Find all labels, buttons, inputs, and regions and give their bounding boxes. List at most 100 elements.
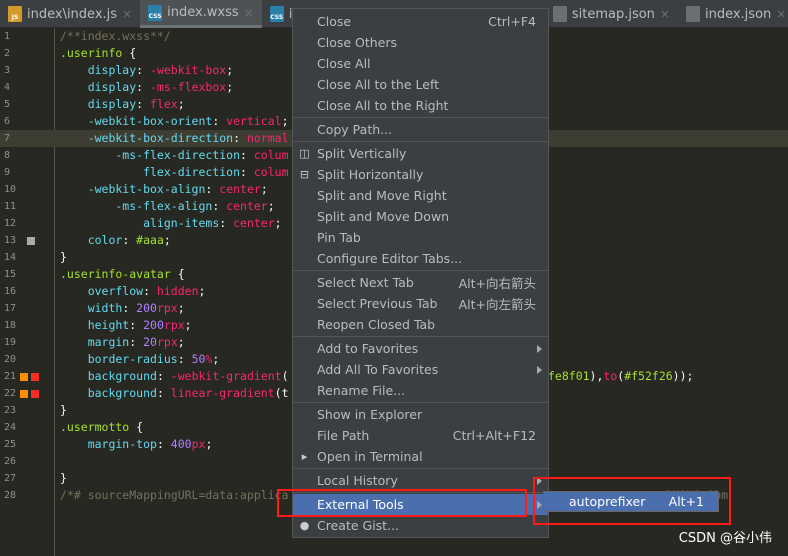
token-p: ; bbox=[267, 199, 275, 213]
token-prop: display bbox=[60, 97, 137, 111]
token-p: } bbox=[60, 403, 67, 417]
code-text: .userinfo { bbox=[60, 45, 136, 62]
menu-item-split-vertically[interactable]: ◫ Split Vertically bbox=[293, 143, 548, 164]
menu-item-configure-editor-tabs[interactable]: Configure Editor Tabs... bbox=[293, 248, 548, 269]
token-prop: flex-direction bbox=[60, 165, 241, 179]
menu-item-rename-file[interactable]: Rename File... bbox=[293, 380, 548, 401]
code-text: display: -ms-flexbox; bbox=[60, 79, 233, 96]
menu-item-label: Select Previous Tab bbox=[317, 296, 438, 311]
token-p: { bbox=[177, 267, 185, 281]
token-p: { bbox=[136, 420, 144, 434]
menu-item-close-all-to-the-right[interactable]: Close All to the Right bbox=[293, 95, 548, 116]
annotation-box-autoprefixer bbox=[533, 477, 731, 525]
close-tab-icon[interactable]: × bbox=[776, 7, 786, 21]
menu-item-select-previous-tab[interactable]: Select Previous Tab Alt+向左箭头 bbox=[293, 293, 548, 314]
line-number: 8 bbox=[4, 150, 11, 161]
menu-item-local-history[interactable]: Local History bbox=[293, 470, 548, 491]
close-tab-icon[interactable]: × bbox=[244, 6, 254, 20]
menu-item-file-path[interactable]: File Path Ctrl+Alt+F12 bbox=[293, 425, 548, 446]
menu-item-show-in-explorer[interactable]: Show in Explorer bbox=[293, 404, 548, 425]
token-sel: .usermotto bbox=[60, 420, 137, 434]
tab-index-json[interactable]: index.json × bbox=[678, 0, 788, 28]
menu-item-close[interactable]: Close Ctrl+F4 bbox=[293, 11, 548, 32]
split-horizontal-icon: ⊟ bbox=[299, 168, 310, 181]
token-prop: margin-top bbox=[60, 437, 157, 451]
close-tab-icon[interactable]: × bbox=[122, 7, 132, 21]
token-prop: border-radius bbox=[60, 352, 178, 366]
menu-item-add-to-favorites[interactable]: Add to Favorites bbox=[293, 338, 548, 359]
menu-item-reopen-closed-tab[interactable]: Reopen Closed Tab bbox=[293, 314, 548, 335]
code-text: -ms-flex-direction: colum bbox=[60, 147, 288, 164]
token-sel: .userinfo bbox=[60, 46, 130, 60]
token-p: : bbox=[136, 80, 151, 94]
token-p: ), bbox=[589, 369, 604, 383]
menu-item-add-all-to-favorites[interactable]: Add All To Favorites bbox=[293, 359, 548, 380]
token-p: : bbox=[143, 284, 157, 298]
menu-item-split-and-move-right[interactable]: Split and Move Right bbox=[293, 185, 548, 206]
token-prop: background bbox=[60, 369, 157, 383]
code-text: .userinfo-avatar { bbox=[60, 266, 185, 283]
menu-item-close-all-to-the-left[interactable]: Close All to the Left bbox=[293, 74, 548, 95]
token-prop: width bbox=[60, 301, 123, 315]
token-prop: -ms-flex-direction bbox=[60, 148, 241, 162]
menu-separator bbox=[293, 270, 548, 271]
token-prop: -webkit-box-direction bbox=[60, 131, 234, 145]
token-p: ; bbox=[260, 182, 268, 196]
code-text: display: -webkit-box; bbox=[60, 62, 233, 79]
menu-item-pin-tab[interactable]: Pin Tab bbox=[293, 227, 548, 248]
menu-item-create-gist[interactable]: ● Create Gist... bbox=[293, 515, 548, 536]
token-p: ; bbox=[163, 233, 171, 247]
menu-item-select-next-tab[interactable]: Select Next Tab Alt+向右箭头 bbox=[293, 272, 548, 293]
menu-item-close-others[interactable]: Close Others bbox=[293, 32, 548, 53]
menu-item-label: File Path bbox=[317, 428, 370, 443]
menu-item-close-all[interactable]: Close All bbox=[293, 53, 548, 74]
token-p: ; bbox=[177, 97, 185, 111]
token-sel: #f52f26 bbox=[624, 369, 673, 383]
menu-item-split-horizontally[interactable]: ⊟ Split Horizontally bbox=[293, 164, 548, 185]
code-text: align-items: center; bbox=[60, 215, 282, 232]
tab-index-index-js[interactable]: JS index\index.js × bbox=[0, 0, 140, 28]
token-prop: -webkit-box-align bbox=[60, 182, 206, 196]
code-text: flex-direction: colum bbox=[60, 164, 289, 181]
menu-item-label: Rename File... bbox=[317, 383, 406, 398]
code-text: } bbox=[60, 470, 67, 487]
code-text: -webkit-box-direction: normal bbox=[60, 130, 289, 147]
token-val: vertical bbox=[226, 114, 282, 128]
menu-item-label: Close All bbox=[317, 56, 371, 71]
menu-item-split-and-move-down[interactable]: Split and Move Down bbox=[293, 206, 548, 227]
token-comment: /**index.wxss**/ bbox=[60, 29, 171, 43]
tab-index-wxss[interactable]: CSS index.wxss × bbox=[140, 0, 262, 28]
submenu-arrow-icon bbox=[537, 344, 542, 353]
line-number: 26 bbox=[4, 456, 17, 467]
code-text: } bbox=[60, 249, 67, 266]
token-p: : bbox=[233, 131, 247, 145]
line-number: 1 bbox=[4, 31, 11, 42]
token-p: : bbox=[129, 318, 144, 332]
code-text: border-radius: 50%; bbox=[60, 351, 220, 368]
menu-item-label: Pin Tab bbox=[317, 230, 361, 245]
token-val: colum bbox=[253, 165, 289, 179]
token-p: ; bbox=[212, 352, 220, 366]
menu-item-copy-path[interactable]: Copy Path... bbox=[293, 119, 548, 140]
menu-item-shortcut: Alt+向左箭头 bbox=[458, 297, 536, 312]
token-val: rpx bbox=[163, 318, 185, 332]
tab-sitemap-json[interactable]: sitemap.json × bbox=[545, 0, 678, 28]
token-p: : bbox=[219, 216, 234, 230]
token-p: : bbox=[240, 165, 254, 179]
token-p: : bbox=[136, 97, 151, 111]
token-val: hidden bbox=[156, 284, 199, 298]
token-val: normal bbox=[246, 131, 289, 145]
js-file-icon: JS bbox=[8, 6, 22, 22]
menu-separator bbox=[293, 336, 548, 337]
token-val: center bbox=[233, 216, 275, 230]
line-number: 18 bbox=[4, 320, 17, 331]
code-text: background: linear-gradient(t bbox=[60, 385, 289, 402]
menu-item-open-in-terminal[interactable]: ▸ Open in Terminal bbox=[293, 446, 548, 467]
token-val: rpx bbox=[156, 335, 178, 349]
close-tab-icon[interactable]: × bbox=[660, 7, 670, 21]
line-number: 27 bbox=[4, 473, 17, 484]
line-number: 7 bbox=[4, 133, 11, 144]
code-text: } bbox=[60, 402, 67, 419]
token-prop: color bbox=[60, 233, 123, 247]
menu-item-label: Local History bbox=[317, 473, 398, 488]
